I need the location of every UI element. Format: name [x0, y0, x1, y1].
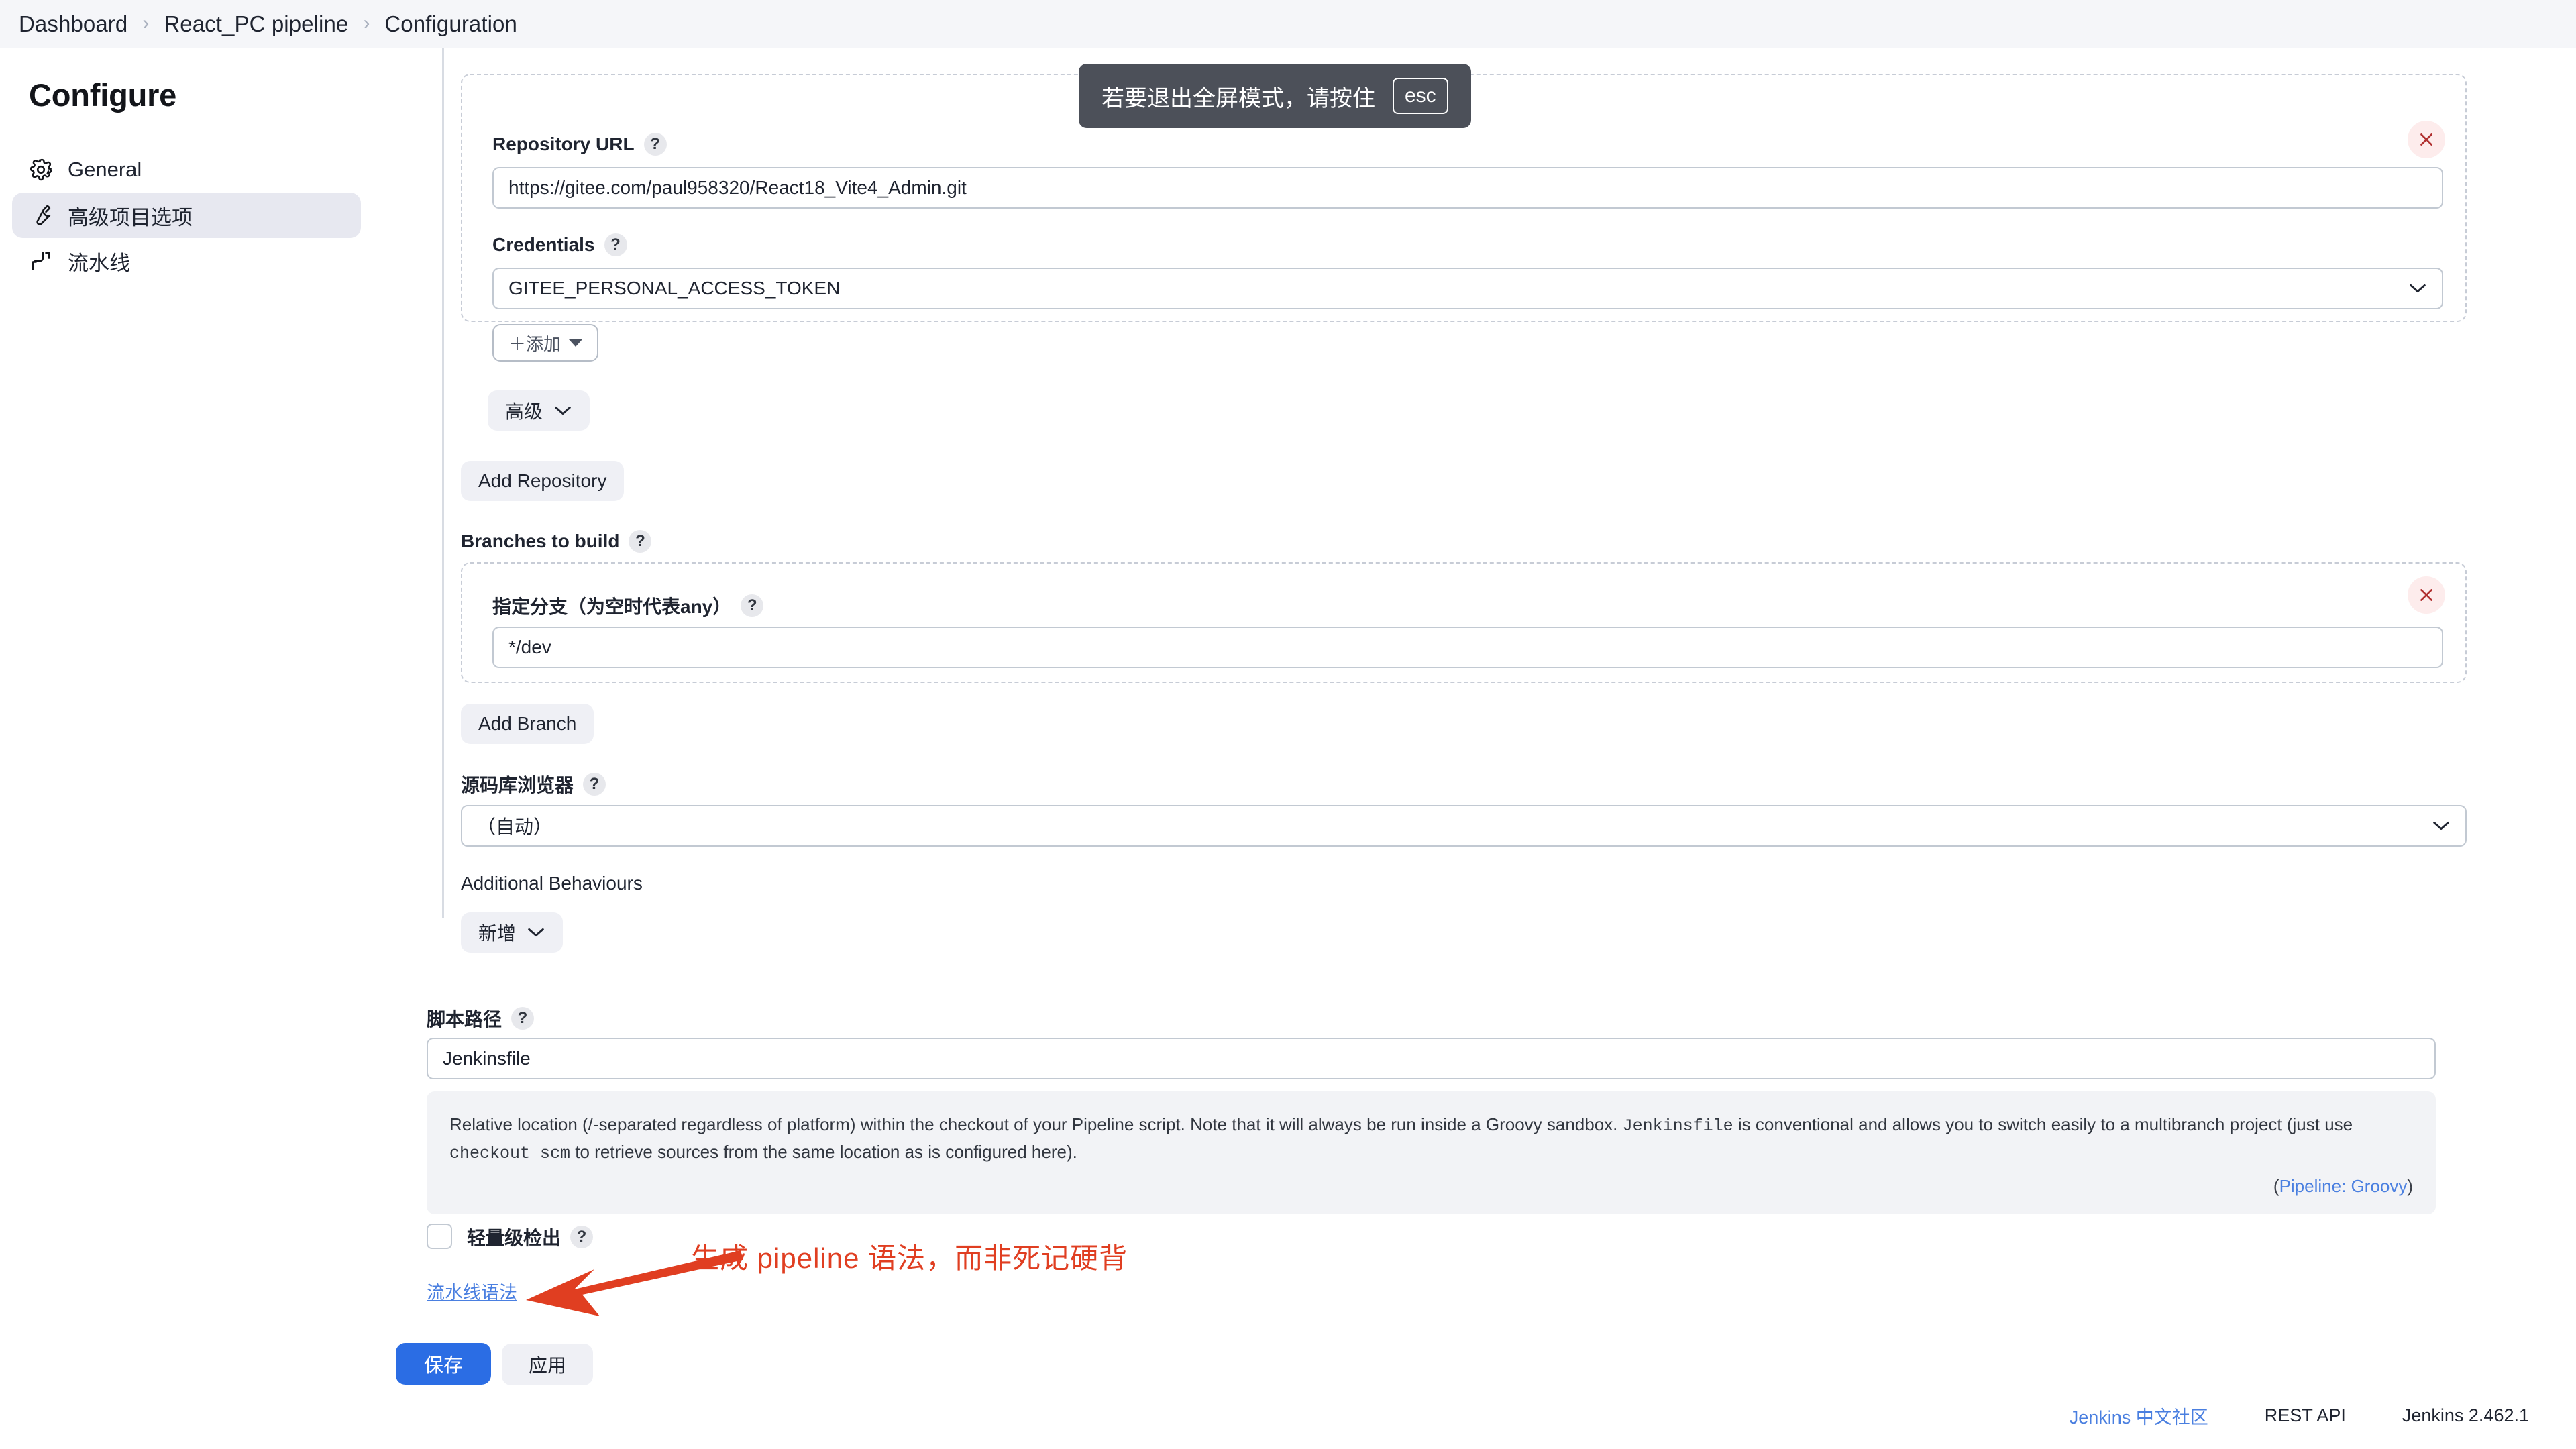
branches-to-build-label-text: Branches to build	[461, 531, 620, 551]
advanced-toggle-label: 高级	[505, 401, 543, 422]
desc-part-2: is conventional and allows you to switch…	[1733, 1114, 2353, 1134]
sidebar-item-label: 高级项目选项	[68, 205, 193, 229]
help-icon[interactable]: ?	[741, 594, 764, 617]
sidebar-item-general[interactable]: General	[12, 147, 361, 193]
desc-part-1: Relative location (/-separated regardles…	[449, 1114, 1623, 1134]
credentials-label: Credentials ?	[492, 233, 627, 256]
lightweight-checkout-label-text: 轻量级检出	[467, 1228, 561, 1248]
caret-down-icon	[569, 339, 583, 347]
add-credentials-button[interactable]: ＋添加	[492, 324, 599, 362]
additional-behaviours-label: Additional Behaviours	[461, 873, 643, 894]
repository-url-label-text: Repository URL	[492, 133, 635, 154]
apply-button[interactable]: 应用	[502, 1344, 594, 1385]
chevron-down-icon	[2410, 284, 2426, 293]
add-behaviour-label: 新增	[478, 923, 517, 944]
main-content: Repository URL ? https://gitee.com/paul9…	[396, 48, 2576, 1449]
repository-url-label: Repository URL ?	[492, 133, 667, 156]
credentials-select[interactable]: GITEE_PERSONAL_ACCESS_TOKEN	[492, 268, 2443, 309]
annotation-text: 生成 pipeline 语法，而非死记硬背	[691, 1242, 1128, 1274]
add-credentials-label: ＋添加	[508, 333, 561, 354]
add-branch-button[interactable]: Add Branch	[461, 704, 594, 744]
plugin-prefix: (	[2273, 1176, 2279, 1196]
help-icon[interactable]: ?	[643, 133, 667, 156]
plugin-attribution: (Pipeline: Groovy)	[449, 1176, 2413, 1197]
add-repository-button[interactable]: Add Repository	[461, 461, 625, 501]
scm-section-rail	[442, 48, 444, 918]
help-icon[interactable]: ?	[583, 773, 606, 796]
desc-mono-jenkinsfile: Jenkinsfile	[1622, 1116, 1733, 1136]
desc-part-3: to retrieve sources from the same locati…	[570, 1142, 1077, 1162]
close-icon	[2420, 589, 2432, 601]
repository-browser-label-text: 源码库浏览器	[461, 775, 574, 796]
breadcrumb-item-project[interactable]: React_PC pipeline	[164, 11, 348, 37]
sidebar-nav: General 高级项目选项 流水线	[12, 147, 361, 284]
footer: Jenkins 中文社区 REST API Jenkins 2.462.1	[2070, 1403, 2529, 1429]
sidebar-item-advanced-project-options[interactable]: 高级项目选项	[12, 193, 361, 238]
sidebar: Configure General 高级项目选项 流水线	[0, 48, 396, 1449]
esc-key-badge: esc	[1393, 78, 1448, 114]
footer-rest-api[interactable]: REST API	[2265, 1405, 2346, 1426]
pipeline-syntax-link[interactable]: 流水线语法	[427, 1278, 517, 1304]
repository-browser-select[interactable]: （自动）	[461, 805, 2467, 847]
pipeline-icon	[29, 249, 53, 273]
close-icon	[2420, 133, 2432, 146]
additional-behaviours-label-text: Additional Behaviours	[461, 873, 643, 894]
add-behaviour-button[interactable]: 新增	[461, 912, 564, 953]
branch-specifier-label-text: 指定分支（为空时代表any）	[492, 596, 732, 617]
footer-version: Jenkins 2.462.1	[2402, 1405, 2529, 1426]
wrench-icon	[29, 203, 53, 227]
page-title: Configure	[29, 77, 177, 113]
save-button[interactable]: 保存	[396, 1343, 492, 1385]
plugin-suffix: )	[2407, 1176, 2413, 1196]
breadcrumb-separator: ›	[142, 12, 150, 34]
chevron-down-icon	[528, 928, 544, 937]
chevron-down-icon	[555, 406, 571, 415]
breadcrumb-item-dashboard[interactable]: Dashboard	[19, 11, 127, 37]
plugin-link[interactable]: Pipeline: Groovy	[2279, 1176, 2408, 1196]
branch-specifier-label: 指定分支（为空时代表any） ?	[492, 592, 764, 619]
sidebar-item-label: General	[68, 158, 142, 181]
repository-url-input[interactable]: https://gitee.com/paul958320/React18_Vit…	[492, 167, 2443, 209]
repository-browser-label: 源码库浏览器 ?	[461, 771, 606, 798]
script-path-input[interactable]: Jenkinsfile	[427, 1038, 2436, 1079]
credentials-label-text: Credentials	[492, 234, 595, 255]
sidebar-item-label: 流水线	[68, 251, 130, 275]
help-icon[interactable]: ?	[570, 1226, 594, 1248]
fullscreen-exit-message: 若要退出全屏模式，请按住	[1102, 85, 1375, 111]
branches-to-build-label: Branches to build ?	[461, 530, 652, 553]
breadcrumb: Dashboard › React_PC pipeline › Configur…	[0, 0, 2576, 48]
credentials-select-value: GITEE_PERSONAL_ACCESS_TOKEN	[508, 278, 841, 299]
help-icon[interactable]: ?	[511, 1007, 535, 1030]
advanced-toggle-button[interactable]: 高级	[488, 390, 590, 431]
script-path-label: 脚本路径 ?	[427, 1005, 535, 1032]
sidebar-item-pipeline[interactable]: 流水线	[12, 238, 361, 284]
script-path-description: Relative location (/-separated regardles…	[427, 1091, 2436, 1214]
script-path-label-text: 脚本路径	[427, 1009, 502, 1030]
fullscreen-exit-toast: 若要退出全屏模式，请按住 esc	[1079, 64, 1471, 128]
help-icon[interactable]: ?	[604, 233, 627, 256]
delete-branch-button[interactable]	[2408, 576, 2445, 614]
footer-community-link[interactable]: Jenkins 中文社区	[2070, 1403, 2208, 1429]
branch-specifier-input[interactable]: */dev	[492, 627, 2443, 668]
chevron-down-icon	[2433, 821, 2449, 830]
breadcrumb-separator: ›	[363, 12, 370, 34]
desc-mono-checkout-scm: checkout scm	[449, 1144, 571, 1163]
lightweight-checkout-label: 轻量级检出 ?	[467, 1224, 594, 1250]
gear-icon	[29, 158, 53, 182]
lightweight-checkout-checkbox[interactable]	[427, 1224, 452, 1249]
script-path-description-text: Relative location (/-separated regardles…	[449, 1112, 2413, 1167]
help-icon[interactable]: ?	[629, 530, 652, 553]
repository-browser-value: （自动）	[477, 816, 553, 837]
delete-repository-button[interactable]	[2408, 121, 2445, 158]
breadcrumb-item-configuration[interactable]: Configuration	[384, 11, 517, 37]
